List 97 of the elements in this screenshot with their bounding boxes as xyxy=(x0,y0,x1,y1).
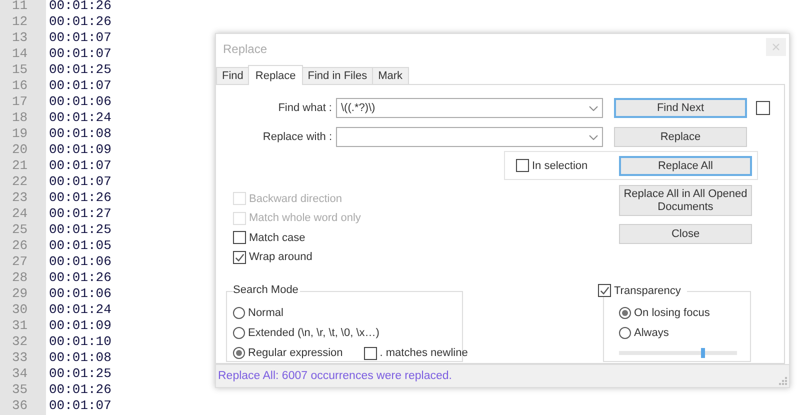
line-number: 30 xyxy=(11,302,29,318)
code-line: 00:01:27 xyxy=(48,206,112,222)
find-field[interactable]: \((.*?)\) xyxy=(336,98,603,118)
action-button[interactable]: Replace All xyxy=(619,156,752,176)
line-number: 12 xyxy=(11,14,29,30)
field-value: \((.*?)\) xyxy=(341,102,376,114)
code-line: 00:01:06 xyxy=(48,286,112,302)
dropdown-caret-icon[interactable] xyxy=(589,106,598,110)
line-number: 36 xyxy=(11,398,29,414)
slider-thumb[interactable] xyxy=(700,348,705,358)
close-icon xyxy=(772,42,780,50)
group-title: Search Mode xyxy=(233,284,300,296)
checkbox[interactable] xyxy=(756,101,770,115)
checkbox[interactable] xyxy=(233,250,246,264)
code-line: 00:01:09 xyxy=(48,142,112,158)
line-number: 22 xyxy=(11,174,29,190)
checkbox[interactable] xyxy=(233,231,246,244)
checkbox[interactable] xyxy=(516,159,529,172)
code-line: 00:01:08 xyxy=(48,350,112,366)
action-button[interactable]: Close xyxy=(619,224,752,244)
code-line: 00:01:07 xyxy=(48,174,112,190)
line-number: 31 xyxy=(11,318,29,334)
checkbox-label: In selection xyxy=(532,160,588,172)
radio-label: Regular expression xyxy=(248,347,343,359)
tab[interactable]: Replace xyxy=(248,65,303,85)
radio-button[interactable] xyxy=(619,327,631,339)
code-line: 00:01:07 xyxy=(48,398,112,414)
radio-button[interactable] xyxy=(619,307,631,319)
checkbox-label: Match whole word only xyxy=(249,212,361,224)
line-number: 25 xyxy=(11,222,29,238)
tab[interactable]: Find xyxy=(216,67,250,84)
line-number: 20 xyxy=(11,142,29,158)
line-number: 15 xyxy=(11,62,29,78)
code-line: 00:01:07 xyxy=(48,158,112,174)
code-line: 00:01:26 xyxy=(48,14,112,30)
line-number: 23 xyxy=(11,190,29,206)
radio-label: Normal xyxy=(248,307,284,319)
radio-label: Extended (\n, \r, \t, \0, \x…) xyxy=(248,327,380,339)
line-number: 34 xyxy=(11,366,29,382)
code-line: 00:01:07 xyxy=(48,30,112,46)
line-number: 26 xyxy=(11,238,29,254)
line-number: 16 xyxy=(11,78,29,94)
code-line: 00:01:08 xyxy=(48,126,112,142)
line-number: 13 xyxy=(11,30,29,46)
radio-label: Always xyxy=(634,327,669,339)
replace-field[interactable] xyxy=(336,127,603,147)
line-number: 21 xyxy=(11,158,29,174)
radio-button[interactable] xyxy=(233,347,245,359)
line-number: 35 xyxy=(11,382,29,398)
code-line: 00:01:25 xyxy=(48,62,112,78)
code-line: 00:01:25 xyxy=(48,222,112,238)
checkbox-label: Match case xyxy=(249,232,306,244)
line-number: 17 xyxy=(11,94,29,110)
code-line: 00:01:06 xyxy=(48,254,112,270)
line-number: 11 xyxy=(11,0,29,14)
code-line: 00:01:24 xyxy=(48,302,112,318)
line-number: 27 xyxy=(11,254,29,270)
line-number: 28 xyxy=(11,270,29,286)
code-line: 00:01:09 xyxy=(48,318,112,334)
code-line: 00:01:07 xyxy=(48,78,112,94)
line-number: 33 xyxy=(11,350,29,366)
action-button[interactable]: Replace xyxy=(614,127,747,147)
window-title: Replace xyxy=(223,42,268,56)
code-line: 00:01:26 xyxy=(48,382,112,398)
radio-label: On losing focus xyxy=(634,307,710,319)
code-line: 00:01:25 xyxy=(48,366,112,382)
tab[interactable]: Find in Files xyxy=(302,67,374,84)
code-line: 00:01:05 xyxy=(48,238,112,254)
field-label: Find what : xyxy=(277,102,333,114)
checkbox-label: Backward direction xyxy=(249,192,342,205)
code-line: 00:01:10 xyxy=(48,334,112,350)
code-line: 00:01:06 xyxy=(48,94,112,110)
dropdown-caret-icon[interactable] xyxy=(589,134,598,140)
status-message: Replace All: 6007 occurrences were replaced. xyxy=(218,370,452,382)
checkbox-label: Transparency xyxy=(614,284,681,296)
checkbox-label: Wrap around xyxy=(249,251,312,264)
line-number: 29 xyxy=(11,286,29,302)
code-line: 00:01:24 xyxy=(48,110,112,126)
line-number: 19 xyxy=(11,126,29,142)
radio-button[interactable] xyxy=(233,307,245,319)
resize-grip-icon[interactable] xyxy=(779,377,787,385)
line-number: 32 xyxy=(11,334,29,350)
checkbox-label: . matches newline xyxy=(380,347,468,359)
line-number: 24 xyxy=(11,206,29,222)
tab[interactable]: Mark xyxy=(372,67,409,84)
action-button[interactable]: Find Next xyxy=(614,98,747,118)
checkbox[interactable] xyxy=(364,346,377,360)
checkbox[interactable] xyxy=(598,284,611,297)
code-line: 00:01:26 xyxy=(48,190,112,206)
line-number: 18 xyxy=(11,110,29,126)
field-label: Replace with : xyxy=(262,131,333,143)
line-number: 14 xyxy=(11,46,29,62)
code-line: 00:01:26 xyxy=(48,0,112,14)
code-line: 00:01:07 xyxy=(48,46,112,62)
radio-button[interactable] xyxy=(233,327,245,339)
action-button[interactable]: Replace All in All Opened Documents xyxy=(619,185,752,216)
code-line: 00:01:26 xyxy=(48,270,112,286)
